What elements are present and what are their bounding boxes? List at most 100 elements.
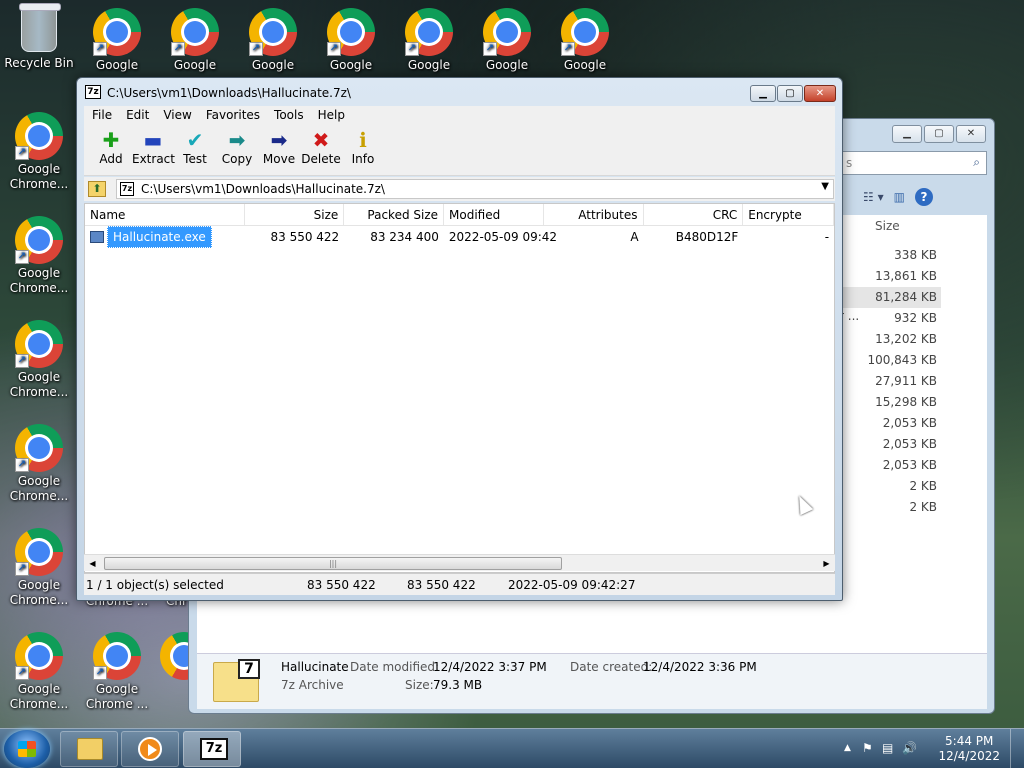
chrome-icon: ↗ (93, 8, 141, 56)
column-header-size[interactable]: Size (245, 204, 345, 225)
chrome-icon: ↗ (15, 632, 63, 680)
column-header-attributes[interactable]: Attributes (544, 204, 644, 225)
help-icon[interactable]: ? (914, 188, 933, 206)
size-label: Size: (405, 678, 434, 692)
menu-file[interactable]: File (92, 106, 112, 125)
file-size: 15,298 KB (875, 395, 937, 409)
recycle-bin-icon (19, 3, 61, 52)
taskbar-explorer[interactable] (60, 731, 118, 767)
7zip-window[interactable]: 7z C:\Users\vm1\Downloads\Hallucinate.7z… (76, 77, 843, 601)
table-row[interactable]: Hallucinate.exe 83 550 422 83 234 400 20… (85, 226, 834, 248)
column-header-name[interactable]: Name (85, 204, 245, 225)
maximize-button[interactable]: ▢ (777, 85, 803, 102)
recycle-bin[interactable]: Recycle Bin (0, 3, 78, 71)
copy-button[interactable]: ➡ Copy (216, 125, 258, 175)
scrollbar-thumb[interactable]: ||| (104, 557, 562, 570)
archive-path-icon: 7z (120, 182, 134, 196)
address-text: C:\Users\vm1\Downloads\Hallucinate.7z\ (141, 182, 385, 196)
column-header-encrypted[interactable]: Encrypte (743, 204, 834, 225)
show-hidden-icons-icon[interactable]: ▲ (844, 743, 851, 753)
clock-time: 5:44 PM (945, 734, 994, 748)
volume-icon[interactable]: 🔊 (902, 741, 917, 755)
menu-tools[interactable]: Tools (274, 106, 304, 125)
move-button[interactable]: ➡ Move (258, 125, 300, 175)
chevron-down-icon[interactable]: ▼ (821, 181, 829, 192)
menu-help[interactable]: Help (318, 106, 345, 125)
scroll-left-icon[interactable]: ◀ (84, 555, 101, 572)
file-list[interactable]: Name Size Packed Size Modified Attribute… (84, 203, 835, 573)
toolbar: ✚ Add ▬ Extract ✔ Test ➡ Copy ➡ Move ✖ D… (84, 125, 835, 176)
title-bar[interactable]: 7z C:\Users\vm1\Downloads\Hallucinate.7z… (77, 78, 842, 106)
desktop-icon-label: Google (329, 58, 373, 72)
desktop-icon-chrome-3[interactable]: ↗ Google Chrome... (0, 320, 78, 400)
column-header-packed-size[interactable]: Packed Size (344, 204, 445, 225)
column-header-crc[interactable]: CRC (644, 204, 744, 225)
status-size: 83 550 422 (307, 578, 376, 592)
file-size: 27,911 KB (875, 374, 937, 388)
file-name[interactable]: Hallucinate.exe (107, 226, 212, 248)
cell-name[interactable]: Hallucinate.exe (85, 226, 245, 248)
start-button[interactable] (4, 730, 50, 768)
desktop-icon-chrome-5[interactable]: ↗ Google Chrome... (0, 528, 78, 608)
shortcut-arrow-icon: ↗ (171, 42, 185, 56)
test-button[interactable]: ✔ Test (174, 125, 216, 175)
preview-pane-icon[interactable]: ▥ (894, 190, 905, 204)
minimize-button[interactable]: ▁ (892, 125, 922, 143)
desktop-icon-chrome-2[interactable]: ↗ Google Chrome... (0, 216, 78, 296)
desktop-icon-google-5[interactable]: ↗ Google (390, 8, 468, 73)
taskbar-media-player[interactable] (121, 731, 179, 767)
view-options-icon[interactable]: ☷ ▾ (863, 190, 884, 204)
desktop-icon-google-2[interactable]: ↗ Google (156, 8, 234, 73)
folder-up-icon[interactable]: ⬆ (88, 181, 106, 197)
scroll-right-icon[interactable]: ▶ (818, 555, 835, 572)
info-button[interactable]: ℹ Info (342, 125, 384, 175)
action-center-flag-icon[interactable]: ⚑ (862, 741, 873, 755)
menu-favorites[interactable]: Favorites (206, 106, 260, 125)
shortcut-arrow-icon: ↗ (249, 42, 263, 56)
desktop-icon-chrome-partial[interactable] (156, 632, 188, 682)
network-icon[interactable]: ▤ (882, 741, 893, 755)
size-value: 79.3 MB (433, 678, 483, 692)
file-size: 338 KB (894, 248, 937, 262)
minimize-button[interactable]: ▁ (750, 85, 776, 102)
desktop-icon-google-7[interactable]: ↗ Google (546, 8, 624, 73)
address-field[interactable]: 7z C:\Users\vm1\Downloads\Hallucinate.7z… (116, 179, 834, 199)
column-header-modified[interactable]: Modified (444, 204, 544, 225)
add-button[interactable]: ✚ Add (90, 125, 132, 175)
desktop-icon-chrome-1[interactable]: ↗ Google Chrome... (0, 112, 78, 192)
desktop-icon-google-3[interactable]: ↗ Google (234, 8, 312, 73)
clock[interactable]: 5:44 PM 12/4/2022 (938, 734, 1000, 764)
delete-button[interactable]: ✖ Delete (300, 125, 342, 175)
close-button[interactable]: ✕ (804, 85, 836, 102)
search-placeholder: s (846, 156, 853, 170)
maximize-button[interactable]: ▢ (924, 125, 954, 143)
desktop-icon-google-6[interactable]: ↗ Google (468, 8, 546, 73)
explorer-window-controls: ▁ ▢ ✕ (892, 125, 986, 143)
desktop-icon-chrome-6[interactable]: ↗ Google Chrome... (0, 632, 78, 712)
desktop-icon-label: Google (95, 58, 139, 72)
size-column-header[interactable]: Size (875, 219, 900, 233)
window-controls: ▁ ▢ ✕ (750, 85, 836, 102)
details-pane: 7 Hallucinate 7z Archive Date modified: … (197, 653, 987, 709)
horizontal-scrollbar[interactable]: ◀ ||| ▶ (84, 554, 835, 571)
search-input[interactable]: s ⌕ (839, 151, 987, 175)
show-desktop-button[interactable] (1010, 729, 1024, 768)
desktop-icon-chrome-7[interactable]: ↗ Google Chrome ... (78, 632, 156, 712)
extract-button[interactable]: ▬ Extract (132, 125, 175, 175)
details-name: Hallucinate (281, 660, 349, 674)
desktop-icon-google-1[interactable]: ↗ Google (78, 8, 156, 73)
chrome-icon: ↗ (483, 8, 531, 56)
desktop-icon-chrome-4[interactable]: ↗ Google Chrome... (0, 424, 78, 504)
archive-icon-badge: 7 (238, 659, 260, 679)
7zip-app-icon[interactable]: 7z (85, 85, 101, 99)
desktop-icon-google-4[interactable]: ↗ Google (312, 8, 390, 73)
info-icon: ℹ (359, 128, 367, 152)
chrome-icon: ↗ (15, 424, 63, 472)
menu-edit[interactable]: Edit (126, 106, 149, 125)
folder-icon (77, 738, 103, 760)
menu-view[interactable]: View (163, 106, 191, 125)
shortcut-arrow-icon: ↗ (15, 354, 29, 368)
close-button[interactable]: ✕ (956, 125, 986, 143)
desktop-icon-label: Google (563, 58, 607, 72)
taskbar-7zip[interactable]: 7z (183, 731, 241, 767)
